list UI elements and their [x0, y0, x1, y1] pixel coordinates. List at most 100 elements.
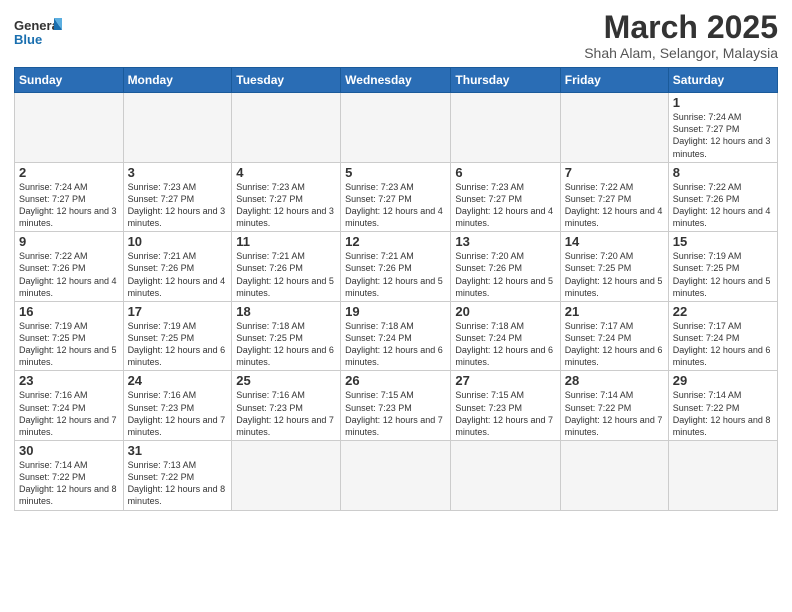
day-number: 16: [19, 304, 119, 319]
table-row: [341, 441, 451, 511]
day-number: 1: [673, 95, 773, 110]
table-row: [560, 93, 668, 163]
col-tuesday: Tuesday: [232, 68, 341, 93]
page-subtitle: Shah Alam, Selangor, Malaysia: [584, 45, 778, 61]
table-row: 15Sunrise: 7:19 AM Sunset: 7:25 PM Dayli…: [668, 232, 777, 302]
table-row: 18Sunrise: 7:18 AM Sunset: 7:25 PM Dayli…: [232, 301, 341, 371]
day-number: 9: [19, 234, 119, 249]
day-info: Sunrise: 7:23 AM Sunset: 7:27 PM Dayligh…: [455, 181, 555, 230]
day-info: Sunrise: 7:24 AM Sunset: 7:27 PM Dayligh…: [19, 181, 119, 230]
table-row: 21Sunrise: 7:17 AM Sunset: 7:24 PM Dayli…: [560, 301, 668, 371]
header: General Blue March 2025 Shah Alam, Selan…: [14, 10, 778, 61]
day-number: 27: [455, 373, 555, 388]
table-row: 17Sunrise: 7:19 AM Sunset: 7:25 PM Dayli…: [123, 301, 232, 371]
table-row: 5Sunrise: 7:23 AM Sunset: 7:27 PM Daylig…: [341, 162, 451, 232]
day-number: 13: [455, 234, 555, 249]
day-info: Sunrise: 7:20 AM Sunset: 7:26 PM Dayligh…: [455, 250, 555, 299]
table-row: 28Sunrise: 7:14 AM Sunset: 7:22 PM Dayli…: [560, 371, 668, 441]
table-row: 4Sunrise: 7:23 AM Sunset: 7:27 PM Daylig…: [232, 162, 341, 232]
table-row: [15, 93, 124, 163]
table-row: [451, 441, 560, 511]
table-row: 14Sunrise: 7:20 AM Sunset: 7:25 PM Dayli…: [560, 232, 668, 302]
table-row: [560, 441, 668, 511]
svg-text:Blue: Blue: [14, 32, 42, 47]
col-monday: Monday: [123, 68, 232, 93]
day-info: Sunrise: 7:19 AM Sunset: 7:25 PM Dayligh…: [673, 250, 773, 299]
calendar-header-row: Sunday Monday Tuesday Wednesday Thursday…: [15, 68, 778, 93]
col-thursday: Thursday: [451, 68, 560, 93]
page: General Blue March 2025 Shah Alam, Selan…: [0, 0, 792, 612]
day-info: Sunrise: 7:19 AM Sunset: 7:25 PM Dayligh…: [128, 320, 228, 369]
day-number: 31: [128, 443, 228, 458]
col-friday: Friday: [560, 68, 668, 93]
table-row: [451, 93, 560, 163]
title-block: March 2025 Shah Alam, Selangor, Malaysia: [584, 10, 778, 61]
table-row: 10Sunrise: 7:21 AM Sunset: 7:26 PM Dayli…: [123, 232, 232, 302]
day-info: Sunrise: 7:17 AM Sunset: 7:24 PM Dayligh…: [673, 320, 773, 369]
table-row: 13Sunrise: 7:20 AM Sunset: 7:26 PM Dayli…: [451, 232, 560, 302]
table-row: [123, 93, 232, 163]
logo: General Blue: [14, 10, 62, 48]
day-number: 11: [236, 234, 336, 249]
day-info: Sunrise: 7:20 AM Sunset: 7:25 PM Dayligh…: [565, 250, 664, 299]
table-row: 3Sunrise: 7:23 AM Sunset: 7:27 PM Daylig…: [123, 162, 232, 232]
day-number: 6: [455, 165, 555, 180]
logo-icon: General Blue: [14, 10, 62, 48]
day-number: 5: [345, 165, 446, 180]
col-sunday: Sunday: [15, 68, 124, 93]
day-number: 18: [236, 304, 336, 319]
table-row: 8Sunrise: 7:22 AM Sunset: 7:26 PM Daylig…: [668, 162, 777, 232]
table-row: 29Sunrise: 7:14 AM Sunset: 7:22 PM Dayli…: [668, 371, 777, 441]
day-number: 7: [565, 165, 664, 180]
table-row: 24Sunrise: 7:16 AM Sunset: 7:23 PM Dayli…: [123, 371, 232, 441]
day-info: Sunrise: 7:22 AM Sunset: 7:26 PM Dayligh…: [673, 181, 773, 230]
day-info: Sunrise: 7:13 AM Sunset: 7:22 PM Dayligh…: [128, 459, 228, 508]
day-number: 29: [673, 373, 773, 388]
table-row: 22Sunrise: 7:17 AM Sunset: 7:24 PM Dayli…: [668, 301, 777, 371]
day-info: Sunrise: 7:15 AM Sunset: 7:23 PM Dayligh…: [345, 389, 446, 438]
day-info: Sunrise: 7:18 AM Sunset: 7:25 PM Dayligh…: [236, 320, 336, 369]
table-row: 26Sunrise: 7:15 AM Sunset: 7:23 PM Dayli…: [341, 371, 451, 441]
table-row: 12Sunrise: 7:21 AM Sunset: 7:26 PM Dayli…: [341, 232, 451, 302]
day-info: Sunrise: 7:23 AM Sunset: 7:27 PM Dayligh…: [345, 181, 446, 230]
day-info: Sunrise: 7:16 AM Sunset: 7:24 PM Dayligh…: [19, 389, 119, 438]
day-number: 8: [673, 165, 773, 180]
day-number: 24: [128, 373, 228, 388]
day-number: 4: [236, 165, 336, 180]
day-info: Sunrise: 7:22 AM Sunset: 7:27 PM Dayligh…: [565, 181, 664, 230]
table-row: [668, 441, 777, 511]
day-info: Sunrise: 7:18 AM Sunset: 7:24 PM Dayligh…: [455, 320, 555, 369]
day-info: Sunrise: 7:14 AM Sunset: 7:22 PM Dayligh…: [673, 389, 773, 438]
day-info: Sunrise: 7:15 AM Sunset: 7:23 PM Dayligh…: [455, 389, 555, 438]
table-row: 20Sunrise: 7:18 AM Sunset: 7:24 PM Dayli…: [451, 301, 560, 371]
day-info: Sunrise: 7:21 AM Sunset: 7:26 PM Dayligh…: [128, 250, 228, 299]
day-number: 22: [673, 304, 773, 319]
calendar-body: 1Sunrise: 7:24 AM Sunset: 7:27 PM Daylig…: [15, 93, 778, 510]
table-row: 27Sunrise: 7:15 AM Sunset: 7:23 PM Dayli…: [451, 371, 560, 441]
table-row: [232, 93, 341, 163]
day-info: Sunrise: 7:14 AM Sunset: 7:22 PM Dayligh…: [565, 389, 664, 438]
table-row: 1Sunrise: 7:24 AM Sunset: 7:27 PM Daylig…: [668, 93, 777, 163]
day-info: Sunrise: 7:19 AM Sunset: 7:25 PM Dayligh…: [19, 320, 119, 369]
day-number: 14: [565, 234, 664, 249]
table-row: 19Sunrise: 7:18 AM Sunset: 7:24 PM Dayli…: [341, 301, 451, 371]
day-number: 19: [345, 304, 446, 319]
table-row: 2Sunrise: 7:24 AM Sunset: 7:27 PM Daylig…: [15, 162, 124, 232]
day-number: 10: [128, 234, 228, 249]
day-info: Sunrise: 7:24 AM Sunset: 7:27 PM Dayligh…: [673, 111, 773, 160]
table-row: [232, 441, 341, 511]
day-number: 21: [565, 304, 664, 319]
table-row: 25Sunrise: 7:16 AM Sunset: 7:23 PM Dayli…: [232, 371, 341, 441]
day-number: 25: [236, 373, 336, 388]
table-row: 9Sunrise: 7:22 AM Sunset: 7:26 PM Daylig…: [15, 232, 124, 302]
table-row: 30Sunrise: 7:14 AM Sunset: 7:22 PM Dayli…: [15, 441, 124, 511]
day-info: Sunrise: 7:17 AM Sunset: 7:24 PM Dayligh…: [565, 320, 664, 369]
day-info: Sunrise: 7:21 AM Sunset: 7:26 PM Dayligh…: [236, 250, 336, 299]
table-row: 11Sunrise: 7:21 AM Sunset: 7:26 PM Dayli…: [232, 232, 341, 302]
day-number: 28: [565, 373, 664, 388]
day-info: Sunrise: 7:16 AM Sunset: 7:23 PM Dayligh…: [128, 389, 228, 438]
day-number: 17: [128, 304, 228, 319]
day-number: 30: [19, 443, 119, 458]
table-row: 23Sunrise: 7:16 AM Sunset: 7:24 PM Dayli…: [15, 371, 124, 441]
day-number: 20: [455, 304, 555, 319]
